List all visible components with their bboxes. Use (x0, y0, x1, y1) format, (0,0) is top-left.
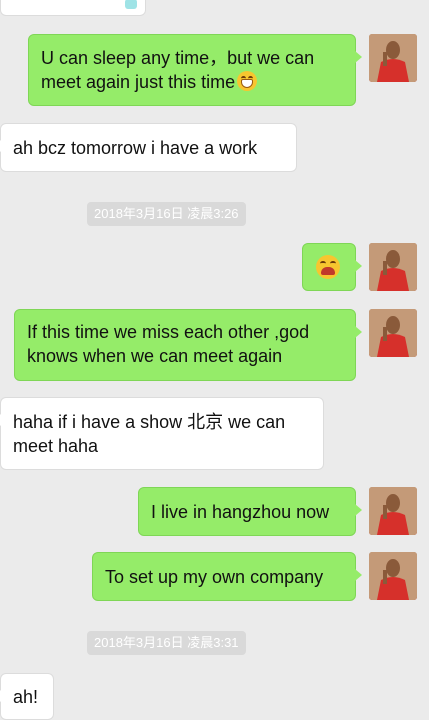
avatar[interactable] (369, 487, 417, 535)
timestamp: 2018年3月16日 凌晨3:31 (87, 631, 246, 655)
message-bubble-outgoing[interactable] (302, 243, 362, 291)
message-line: ah bcz tomorrow i have a work (13, 138, 258, 158)
avatar-person-icon (369, 487, 417, 535)
timestamp: 2018年3月16日 凌晨3:26 (87, 202, 246, 226)
message-line: meet haha (13, 436, 99, 456)
message-bubble-incoming[interactable]: ah bcz tomorrow i have a work (0, 123, 297, 172)
message-line: ah! (13, 687, 39, 707)
avatar-person-icon (369, 34, 417, 82)
message-line: meet again just this time (41, 70, 343, 94)
message-line: haha if i have a show 北京 we can (13, 412, 286, 432)
message-bubble-incoming[interactable]: haha if i have a show 北京 we can meet hah… (0, 397, 324, 470)
avatar-person-icon (369, 243, 417, 291)
grin-emoji-icon (237, 71, 258, 91)
message-line: If this time we miss each other ,god (27, 322, 310, 342)
avatar[interactable] (369, 243, 417, 291)
avatar[interactable] (369, 34, 417, 82)
message-line: knows when we can meet again (27, 346, 283, 366)
partial-message-bubble[interactable] (0, 0, 146, 16)
avatar-person-icon (369, 552, 417, 600)
avatar-person-icon (369, 309, 417, 357)
message-bubble-outgoing[interactable]: To set up my own company (92, 552, 362, 601)
message-bubble-outgoing[interactable]: If this time we miss each other ,god kno… (14, 309, 362, 381)
message-bubble-incoming[interactable]: ah! (0, 673, 54, 720)
avatar[interactable] (369, 309, 417, 357)
message-line: U can sleep any time，but we can (41, 48, 315, 68)
message-line: I live in hangzhou now (151, 502, 330, 522)
message-bubble-outgoing[interactable]: U can sleep any time，but we can meet aga… (28, 34, 362, 106)
avatar[interactable] (369, 552, 417, 600)
emoji-icon (125, 0, 137, 9)
message-line: To set up my own company (105, 567, 324, 587)
laughing-emoji-icon (316, 255, 340, 279)
message-bubble-outgoing[interactable]: I live in hangzhou now (138, 487, 362, 536)
